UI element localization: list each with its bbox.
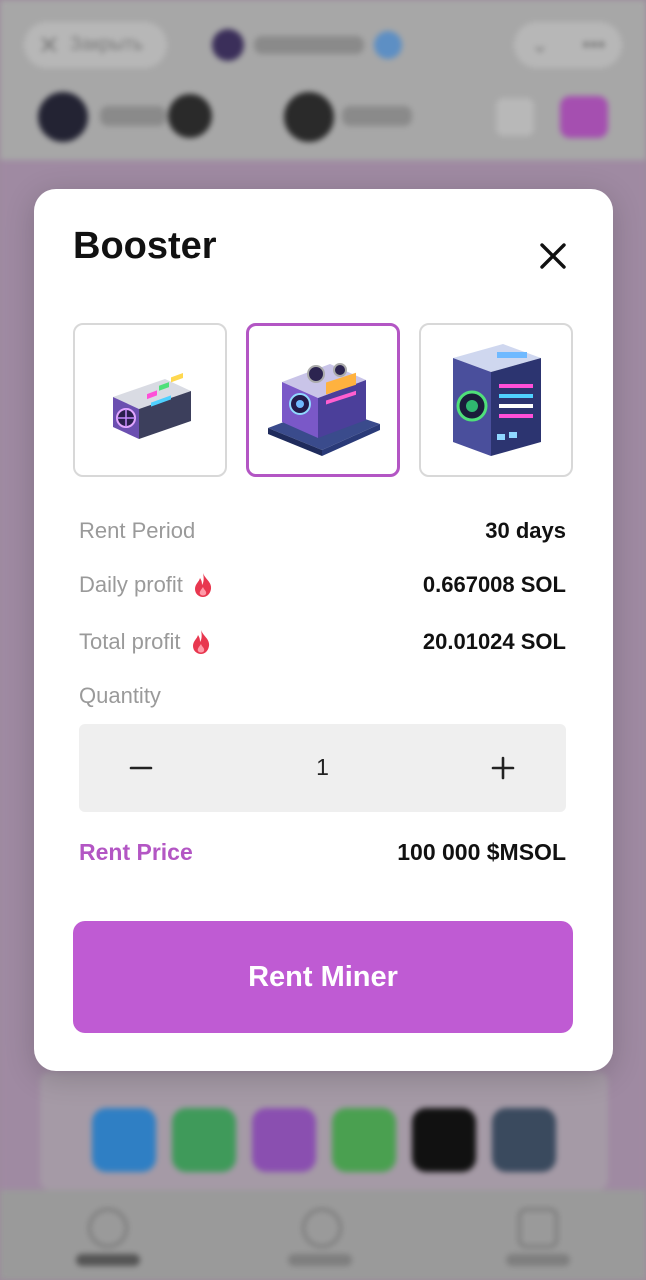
quantity-label: Quantity [79, 683, 161, 708]
bot-title-pill [212, 22, 438, 68]
miner-option-1[interactable] [73, 323, 227, 477]
x-icon [412, 1108, 476, 1172]
link-icon [492, 1108, 556, 1172]
rent-price-value: 100 000 $MSOL [397, 838, 566, 865]
message-icon [332, 1108, 396, 1172]
nav-label-blurred [288, 1254, 352, 1266]
rent-period-value: 30 days [485, 518, 566, 543]
bot-name-blurred [254, 36, 364, 54]
miner-option-3[interactable] [419, 323, 573, 477]
chevron-down-icon: ⌄ [530, 32, 550, 57]
coin-icon [168, 94, 212, 138]
total-profit-label: Total profit [79, 629, 181, 654]
telegram-menu-pill: ⌄ ••• [514, 22, 622, 68]
more-icon: ••• [582, 32, 606, 57]
daily-profit-row: Daily profit 0.667008 SOL [79, 570, 566, 600]
miner-option-2[interactable] [246, 323, 400, 477]
miner-1-image [113, 372, 191, 439]
nav-label-blurred [506, 1254, 570, 1266]
close-x-icon: ✕ [38, 30, 60, 60]
balance-blurred [100, 106, 166, 126]
miner-2-image [268, 363, 380, 456]
bottom-nav [0, 1190, 646, 1280]
profile-button [560, 96, 608, 138]
rent-period-label: Rent Period [79, 518, 196, 543]
booster-modal: Booster Rent Period 30 days Daily profit… [34, 189, 613, 1071]
home-icon [88, 1208, 128, 1248]
rent-miner-button[interactable]: Rent Miner [73, 921, 573, 1033]
coin-icon [284, 92, 334, 142]
verified-icon [374, 31, 402, 59]
wallet-icon [496, 98, 534, 136]
friends-icon [302, 1208, 342, 1248]
miner-selector [73, 323, 573, 477]
close-icon[interactable] [536, 239, 570, 273]
rent-price-label: Rent Price [79, 838, 193, 865]
total-profit-row: Total profit 20.01024 SOL [79, 627, 566, 657]
tasks-icon [518, 1208, 558, 1248]
nav-label-blurred [76, 1254, 140, 1266]
whatsapp-icon [172, 1108, 236, 1172]
rent-period-row: Rent Period 30 days [79, 516, 566, 546]
daily-profit-value: 0.667008 SOL [422, 572, 566, 597]
total-profit-value: 20.01024 SOL [422, 629, 566, 654]
miner-3-image [453, 344, 541, 456]
rent-price-row: Rent Price 100 000 $MSOL [79, 836, 566, 868]
stats-row [0, 90, 646, 146]
daily-profit-label: Daily profit [79, 572, 183, 597]
telegram-close-label: Закрыть [69, 34, 143, 55]
coin-icon [38, 92, 88, 142]
quantity-stepper: 1 [79, 724, 566, 812]
fire-icon [192, 630, 209, 654]
plus-icon[interactable] [481, 746, 525, 790]
fire-icon [194, 573, 212, 597]
bot-avatar [212, 29, 244, 61]
modal-title: Booster [73, 225, 217, 267]
telegram-icon [92, 1108, 156, 1172]
balance-blurred [342, 106, 412, 126]
telegram-close-pill: ✕ Закрыть [24, 22, 167, 68]
instagram-icon [252, 1108, 316, 1172]
